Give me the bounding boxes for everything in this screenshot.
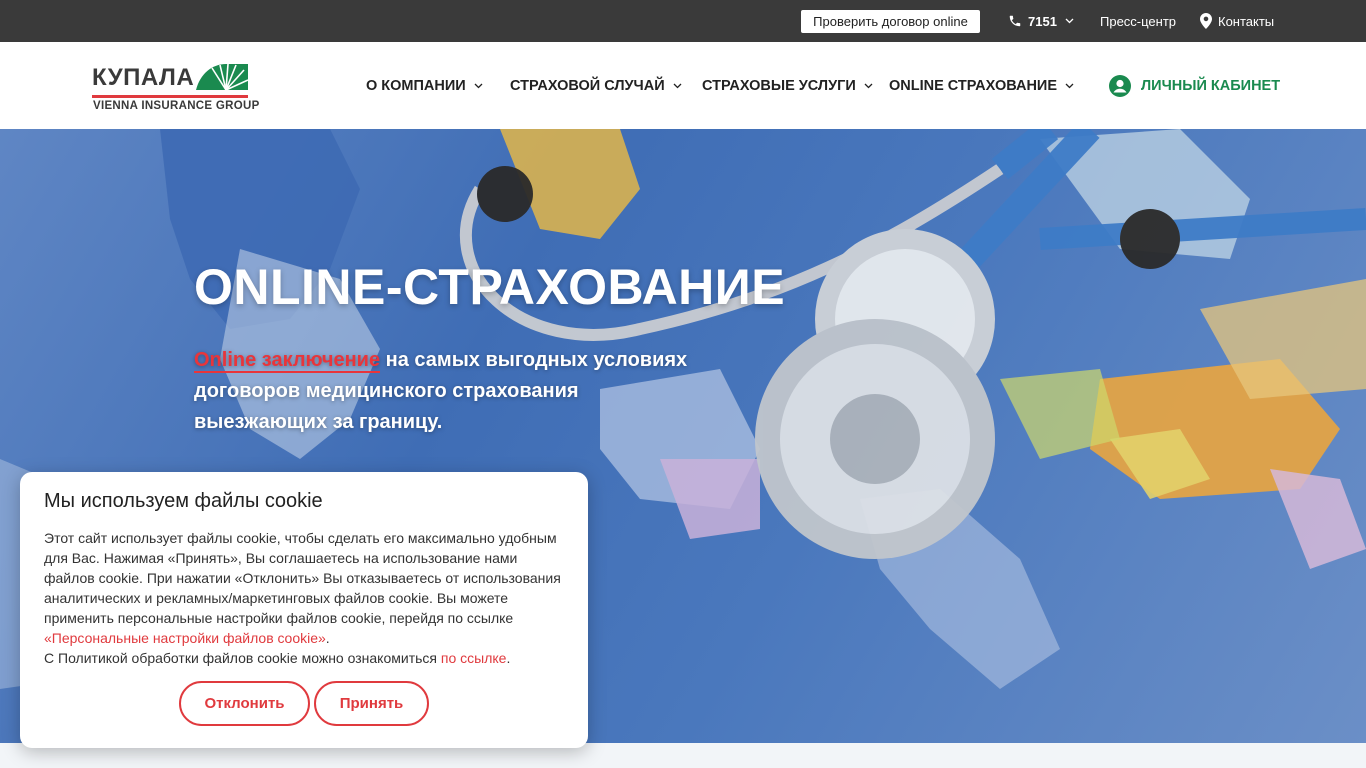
cookie-policy-period: .: [506, 650, 511, 666]
chevron-down-icon: [673, 83, 682, 88]
user-circle-icon: [1109, 74, 1131, 97]
nav-insurance-services-label: СТРАХОВЫЕ УСЛУГИ: [702, 77, 856, 94]
phone-icon: [1009, 15, 1021, 27]
contacts-link[interactable]: Контакты: [1200, 0, 1274, 42]
chevron-down-icon: [864, 83, 873, 88]
hero-text-line3: выезжающих за границу.: [194, 411, 443, 433]
cookie-text: Этот сайт использует файлы cookie, чтобы…: [44, 528, 569, 668]
nav-insurance-services[interactable]: СТРАХОВЫЕ УСЛУГИ: [702, 42, 873, 129]
nav-about-label: О КОМПАНИИ: [366, 77, 466, 94]
hero-subtitle: Online заключение на самых выгодных усло…: [194, 345, 754, 438]
logo-underline: [92, 95, 248, 98]
phone-dropdown[interactable]: 7151: [1008, 0, 1080, 42]
nav-insurance-case[interactable]: СТРАХОВОЙ СЛУЧАЙ: [510, 42, 682, 129]
cookie-policy-text: С Политикой обработки файлов cookie можн…: [44, 650, 441, 666]
main-header: КУПАЛА VIENNA INSURANCE GROUP О КОМПАНИИ…: [0, 42, 1366, 129]
hero-title: ONLINE-СТРАХОВАНИЕ: [194, 259, 786, 315]
company-logo[interactable]: КУПАЛА VIENNA INSURANCE GROUP: [92, 62, 259, 114]
cookie-dialog: Мы используем файлы cookie Этот сайт исп…: [20, 472, 588, 748]
logo-subtitle: VIENNA INSURANCE GROUP: [93, 100, 260, 112]
online-conclusion-link[interactable]: Online заключение: [194, 349, 381, 373]
location-pin-icon: [1200, 13, 1212, 29]
cookie-policy-link[interactable]: по ссылке: [441, 650, 507, 666]
press-center-link[interactable]: Пресс-центр: [1100, 0, 1176, 42]
contacts-label: Контакты: [1218, 13, 1275, 29]
chevron-down-icon: [474, 83, 483, 88]
logo-fan-icon: [196, 63, 248, 91]
hero-text-line2: договоров медицинского страхования: [194, 380, 579, 402]
cookie-title: Мы используем файлы cookie: [44, 490, 323, 512]
logo-name: КУПАЛА: [92, 64, 195, 91]
nav-online-insurance-label: ONLINE СТРАХОВАНИЕ: [889, 77, 1058, 94]
personal-cabinet-link[interactable]: ЛИЧНЫЙ КАБИНЕТ: [1109, 42, 1280, 129]
top-bar: Проверить договор online 7151 Пресс-цент…: [0, 0, 1366, 42]
decline-cookies-button[interactable]: Отклонить: [179, 681, 310, 726]
chevron-down-icon: [1065, 83, 1074, 88]
nav-online-insurance[interactable]: ONLINE СТРАХОВАНИЕ: [889, 42, 1074, 129]
nav-insurance-case-label: СТРАХОВОЙ СЛУЧАЙ: [510, 77, 665, 94]
cookie-settings-link[interactable]: «Персональные настройки файлов cookie»: [44, 630, 326, 646]
check-contract-button[interactable]: Проверить договор online: [801, 10, 980, 33]
nav-about[interactable]: О КОМПАНИИ: [366, 42, 483, 129]
cookie-text-period: .: [325, 630, 330, 646]
personal-cabinet-label: ЛИЧНЫЙ КАБИНЕТ: [1141, 77, 1281, 94]
chevron-down-icon: [1065, 18, 1074, 24]
accept-cookies-button[interactable]: Принять: [314, 681, 429, 726]
phone-number: 7151: [1028, 13, 1057, 29]
hero-text-line1: на самых выгодных условиях: [380, 349, 688, 371]
cookie-text-body: Этот сайт использует файлы cookie, чтобы…: [44, 530, 561, 626]
